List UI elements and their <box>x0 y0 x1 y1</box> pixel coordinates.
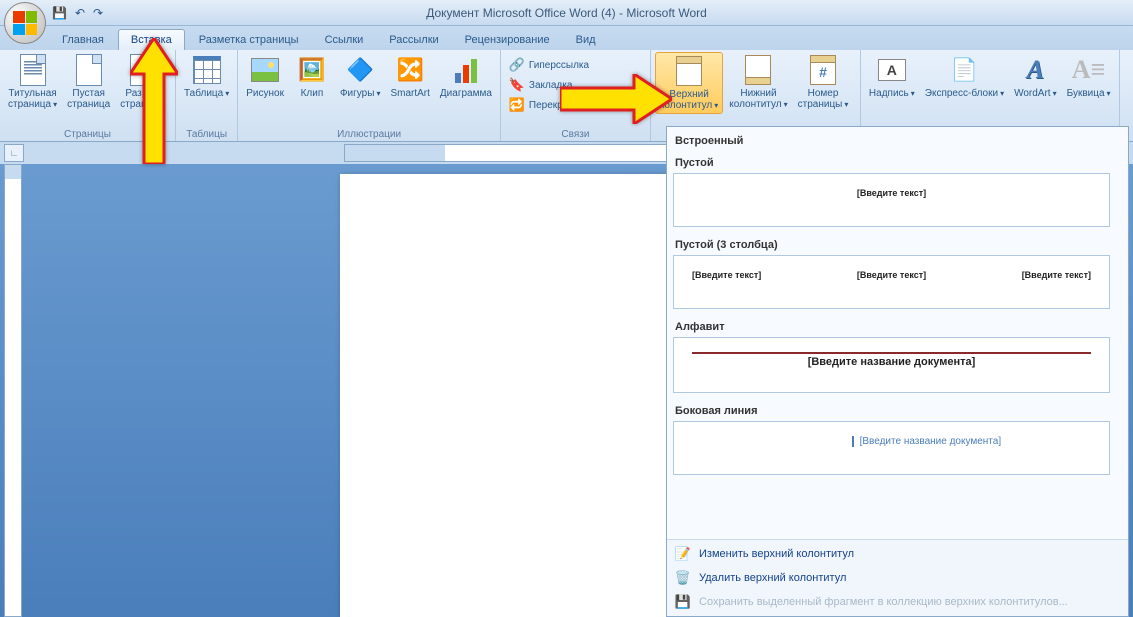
horizontal-ruler[interactable] <box>344 144 684 162</box>
placeholder-text: [Введите текст] <box>692 270 761 280</box>
quickparts-icon: 📄 <box>948 54 980 86</box>
header-gallery-dropdown: Встроенный Пустой [Введите текст] Пустой… <box>666 126 1129 617</box>
table-icon <box>193 56 221 84</box>
crossref-icon: 🔁 <box>509 97 525 113</box>
gallery-item-sideline[interactable]: [Введите название документа] <box>673 421 1110 475</box>
picture-icon <box>251 58 279 82</box>
gallery-item-blank[interactable]: [Введите текст] <box>673 173 1110 227</box>
office-logo-icon <box>13 11 37 35</box>
hyperlink-icon: 🔗 <box>509 57 525 73</box>
group-label: Иллюстрации <box>238 128 500 141</box>
textbox-icon: A <box>878 59 906 81</box>
vertical-ruler[interactable] <box>4 164 22 617</box>
edit-header-command[interactable]: 📝Изменить верхний колонтитул <box>667 542 1128 566</box>
cover-page-button[interactable]: Титульная страница <box>4 52 61 112</box>
redo-icon[interactable]: ↷ <box>93 6 103 20</box>
gallery-footer: 📝Изменить верхний колонтитул 🗑️Удалить в… <box>667 539 1128 616</box>
hyperlink-button[interactable]: 🔗Гиперссылка <box>505 56 593 74</box>
gallery-item-name: Пустой (3 столбца) <box>673 233 1110 253</box>
placeholder-text: [Введите текст] <box>1022 270 1091 280</box>
save-icon[interactable]: 💾 <box>52 6 67 20</box>
chart-icon <box>455 57 477 83</box>
shapes-icon: 🔷 <box>344 54 376 86</box>
blank-page-button[interactable]: Пустая страница <box>63 52 114 112</box>
document-page[interactable] <box>340 174 720 617</box>
page-number-button[interactable]: Номер страницы <box>794 52 853 112</box>
gallery-item-name: Пустой <box>673 151 1110 171</box>
annotation-arrow-tab <box>130 38 178 164</box>
shapes-button[interactable]: 🔷Фигуры <box>336 52 385 101</box>
tab-view[interactable]: Вид <box>564 30 608 50</box>
group-label: Связи <box>501 128 650 141</box>
gallery-item-alphabet[interactable]: [Введите название документа] <box>673 337 1110 393</box>
gallery-scroll[interactable]: Встроенный Пустой [Введите текст] Пустой… <box>667 127 1128 539</box>
wordart-button[interactable]: AWordArt <box>1010 52 1061 101</box>
clipart-button[interactable]: 🖼️Клип <box>290 52 334 101</box>
chart-button[interactable]: Диаграмма <box>436 52 496 101</box>
title-bar: 💾 ↶ ↷ Документ Microsoft Office Word (4)… <box>0 0 1133 26</box>
tab-review[interactable]: Рецензирование <box>453 30 562 50</box>
save-header-command: 💾Сохранить выделенный фрагмент в коллекц… <box>667 590 1128 614</box>
edit-icon: 📝 <box>675 546 691 562</box>
smartart-button[interactable]: 🔀SmartArt <box>386 52 433 101</box>
placeholder-text: [Введите текст] <box>692 188 1091 198</box>
table-button[interactable]: Таблица <box>180 52 233 101</box>
dropcap-icon: A≡ <box>1072 55 1106 85</box>
gallery-section-label: Встроенный <box>673 131 1110 151</box>
tab-references[interactable]: Ссылки <box>313 30 376 50</box>
footer-button[interactable]: Нижний колонтитул <box>725 52 791 112</box>
group-label: Таблицы <box>176 128 237 141</box>
quick-access-toolbar: 💾 ↶ ↷ <box>52 6 103 20</box>
save-selection-icon: 💾 <box>675 594 691 610</box>
gallery-item-name: Боковая линия <box>673 399 1110 419</box>
delete-icon: 🗑️ <box>675 570 691 586</box>
placeholder-text: [Введите текст] <box>857 270 926 280</box>
placeholder-text: [Введите название документа] <box>692 352 1091 368</box>
tab-selector[interactable]: ∟ <box>4 144 24 162</box>
gallery-item-name: Алфавит <box>673 315 1110 335</box>
remove-header-command[interactable]: 🗑️Удалить верхний колонтитул <box>667 566 1128 590</box>
textbox-button[interactable]: AНадпись <box>865 52 919 101</box>
group-illustrations: Рисунок 🖼️Клип 🔷Фигуры 🔀SmartArt Диаграм… <box>238 50 501 141</box>
clipart-icon: 🖼️ <box>296 54 328 86</box>
picture-button[interactable]: Рисунок <box>242 52 288 101</box>
bookmark-icon: 🔖 <box>509 77 525 93</box>
undo-icon[interactable]: ↶ <box>75 6 85 20</box>
tab-page-layout[interactable]: Разметка страницы <box>187 30 311 50</box>
page-icon <box>76 54 102 86</box>
placeholder-text: [Введите название документа] <box>852 436 1091 447</box>
page-icon <box>20 54 46 86</box>
page-number-icon <box>810 55 836 85</box>
dropcap-button[interactable]: A≡Буквица <box>1063 52 1115 101</box>
group-tables: Таблица Таблицы <box>176 50 238 141</box>
header-icon <box>676 56 702 86</box>
tab-home[interactable]: Главная <box>50 30 116 50</box>
quickparts-button[interactable]: 📄Экспресс-блоки <box>921 52 1008 101</box>
wordart-icon: A <box>1027 55 1044 85</box>
office-button[interactable] <box>4 2 46 44</box>
smartart-icon: 🔀 <box>394 54 426 86</box>
window-title: Документ Microsoft Office Word (4) - Mic… <box>426 6 707 20</box>
footer-icon <box>745 55 771 85</box>
tab-mailings[interactable]: Рассылки <box>377 30 450 50</box>
annotation-arrow-header <box>560 74 672 124</box>
gallery-item-blank-3col[interactable]: [Введите текст] [Введите текст] [Введите… <box>673 255 1110 309</box>
